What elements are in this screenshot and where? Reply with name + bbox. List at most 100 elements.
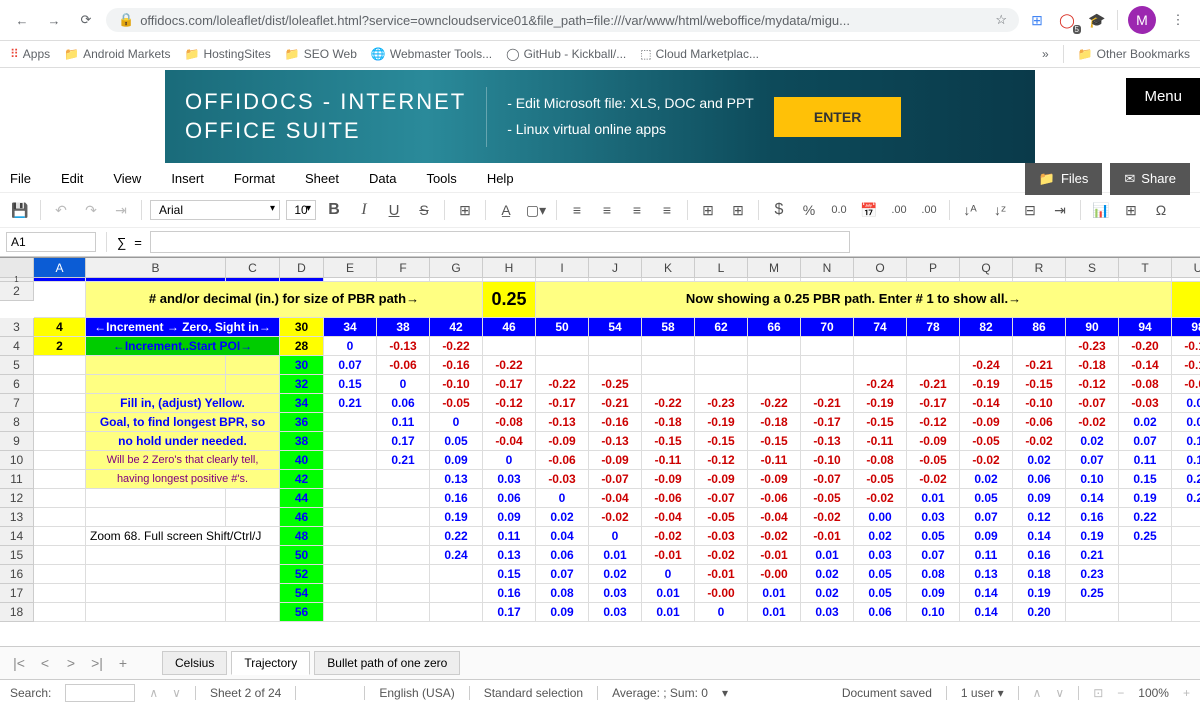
cell[interactable]: 74 xyxy=(854,318,907,337)
cell[interactable]: 0.21 xyxy=(1066,546,1119,565)
other-bookmarks[interactable]: 📁 Other Bookmarks xyxy=(1078,47,1190,61)
cell[interactable]: 50 xyxy=(280,546,324,565)
cell[interactable]: 0.16 xyxy=(1013,546,1066,565)
cell[interactable] xyxy=(86,375,226,394)
cell[interactable] xyxy=(748,375,801,394)
cell[interactable]: 0 xyxy=(589,527,642,546)
col-header[interactable]: A xyxy=(34,258,86,278)
cell[interactable]: 0.01 xyxy=(907,489,960,508)
cell[interactable]: -0.07 xyxy=(1066,394,1119,413)
percent-icon[interactable]: % xyxy=(797,197,821,223)
cell[interactable] xyxy=(324,470,377,489)
sort-asc-icon[interactable]: ↓ᴬ xyxy=(958,197,982,223)
sheet-tab-bullet[interactable]: Bullet path of one zero xyxy=(314,651,460,675)
row-header[interactable]: 18 xyxy=(0,603,34,622)
cell[interactable]: 0 xyxy=(377,375,430,394)
ext-scholar-icon[interactable]: 🎓 xyxy=(1087,10,1107,30)
cell[interactable]: 94 xyxy=(1119,318,1172,337)
bookmark-folder[interactable]: 📁 Android Markets xyxy=(64,47,170,61)
zoom-level[interactable]: 100% xyxy=(1138,686,1169,700)
cell[interactable]: 0.06 xyxy=(1013,470,1066,489)
cell[interactable] xyxy=(34,282,86,318)
cell[interactable]: 0.16 xyxy=(430,489,483,508)
cell[interactable]: -0.03 xyxy=(536,470,589,489)
cell[interactable]: -0.02 xyxy=(960,451,1013,470)
cell[interactable]: no hold under needed. xyxy=(86,432,280,451)
cell[interactable]: 0.25 xyxy=(483,282,536,318)
cell[interactable]: 0.03 xyxy=(589,584,642,603)
cell[interactable]: -0.23 xyxy=(695,394,748,413)
row-header[interactable]: 16 xyxy=(0,565,34,584)
menu-tools[interactable]: Tools xyxy=(426,171,456,186)
bg-color-icon[interactable]: ▢▾ xyxy=(524,197,548,223)
cell[interactable]: 0.15 xyxy=(483,565,536,584)
col-header[interactable]: J xyxy=(589,258,642,278)
cell[interactable] xyxy=(86,603,226,622)
cell[interactable] xyxy=(324,603,377,622)
cell[interactable]: 0.09 xyxy=(907,584,960,603)
cell[interactable]: 0.02 xyxy=(1119,413,1172,432)
cell[interactable]: 0.05 xyxy=(960,489,1013,508)
cell[interactable]: -0.19 xyxy=(695,413,748,432)
cell[interactable]: -0.09 xyxy=(536,432,589,451)
cell[interactable]: 0.05 xyxy=(854,584,907,603)
menu-file[interactable]: File xyxy=(10,171,31,186)
cell[interactable] xyxy=(430,584,483,603)
bookmark-folder[interactable]: 📁 HostingSites xyxy=(184,47,270,61)
cell[interactable]: 0.07 xyxy=(324,356,377,375)
cell[interactable]: 0.11 xyxy=(483,527,536,546)
cell[interactable]: -0.09 xyxy=(589,451,642,470)
ext-circle-icon[interactable]: ◯5 xyxy=(1057,10,1077,30)
cell[interactable] xyxy=(324,451,377,470)
cell[interactable]: 0.09 xyxy=(960,527,1013,546)
cell[interactable]: 0.01 xyxy=(748,603,801,622)
row-header[interactable]: 3 xyxy=(0,318,34,337)
cell[interactable]: -0.11 xyxy=(854,432,907,451)
cell[interactable]: Fill in, (adjust) Yellow. xyxy=(86,394,280,413)
cell[interactable]: -0.02 xyxy=(589,508,642,527)
add-decimal-icon[interactable]: .00 xyxy=(887,197,911,223)
cell[interactable]: 0.10 xyxy=(907,603,960,622)
cell[interactable]: -0.01 xyxy=(748,546,801,565)
cell[interactable]: 0.19 xyxy=(1119,489,1172,508)
row-header[interactable]: 7 xyxy=(0,394,34,413)
cell[interactable]: -0.09 xyxy=(907,432,960,451)
cell[interactable] xyxy=(589,337,642,356)
align-center-icon[interactable]: ≡ xyxy=(595,197,619,223)
col-header[interactable]: O xyxy=(854,258,907,278)
col-header[interactable]: U xyxy=(1172,258,1200,278)
cell[interactable] xyxy=(226,489,280,508)
cell[interactable]: 0.01 xyxy=(642,584,695,603)
cell[interactable]: 86 xyxy=(1013,318,1066,337)
menu-edit[interactable]: Edit xyxy=(61,171,83,186)
cell[interactable] xyxy=(324,584,377,603)
cell[interactable]: 0.18 xyxy=(1013,565,1066,584)
cell[interactable]: 58 xyxy=(642,318,695,337)
cell[interactable]: 0.13 xyxy=(430,470,483,489)
cell[interactable] xyxy=(324,527,377,546)
language-info[interactable]: English (USA) xyxy=(379,686,454,700)
sheet-tab-celsius[interactable]: Celsius xyxy=(162,651,227,675)
cell[interactable]: -0.08 xyxy=(1119,375,1172,394)
cell[interactable]: 52 xyxy=(280,565,324,584)
bookmarks-overflow-icon[interactable]: » xyxy=(1042,47,1049,61)
cell[interactable]: -0.17 xyxy=(536,394,589,413)
cell[interactable]: -0.01 xyxy=(801,527,854,546)
search-next-icon[interactable]: ∨ xyxy=(172,686,181,700)
cell[interactable]: -0.13 xyxy=(377,337,430,356)
cell[interactable] xyxy=(483,337,536,356)
cell[interactable] xyxy=(377,546,430,565)
cell[interactable] xyxy=(748,356,801,375)
menu-data[interactable]: Data xyxy=(369,171,396,186)
cell[interactable]: -0.05 xyxy=(801,489,854,508)
merge-icon[interactable]: ⊞ xyxy=(696,197,720,223)
cell[interactable]: 62 xyxy=(695,318,748,337)
cell[interactable] xyxy=(86,565,226,584)
cell[interactable]: 0.14 xyxy=(1013,527,1066,546)
cell[interactable]: -0.05 xyxy=(854,470,907,489)
cell[interactable]: 42 xyxy=(430,318,483,337)
cell[interactable] xyxy=(226,565,280,584)
cell[interactable]: 0.06 xyxy=(854,603,907,622)
cell[interactable]: -0.02 xyxy=(748,527,801,546)
cell[interactable]: 0.09 xyxy=(483,508,536,527)
